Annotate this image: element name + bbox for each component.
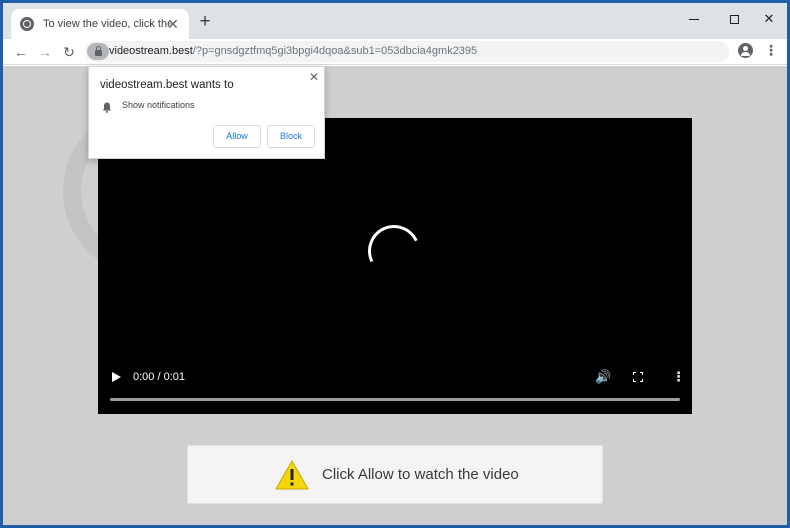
tab-active[interactable]: To view the video, click the Allow ✕	[11, 9, 189, 39]
permission-label: Show notifications	[122, 100, 195, 110]
fullscreen-icon[interactable]	[633, 372, 643, 382]
video-progress-bar[interactable]	[110, 398, 680, 401]
url-text[interactable]: videostream.best/?p=gnsdgztfmq5gi3bpgi4d…	[109, 45, 477, 57]
maximize-button[interactable]	[719, 9, 749, 29]
tab-strip: To view the video, click the Allow ✕ + ✕	[3, 3, 787, 39]
tab-title: To view the video, click the Allow	[43, 18, 171, 30]
browser-toolbar: ← → ↻ videostream.best/?p=gnsdgztfmq5gi3…	[3, 39, 787, 65]
warning-icon	[275, 459, 309, 490]
new-tab-button[interactable]: +	[196, 12, 214, 31]
url-host: videostream.best	[109, 45, 193, 57]
bell-icon	[102, 100, 112, 113]
address-bar[interactable]: videostream.best/?p=gnsdgztfmq5gi3bpgi4d…	[85, 41, 729, 62]
minimize-icon	[689, 19, 699, 21]
volume-icon[interactable]: 🔊	[595, 369, 611, 385]
globe-icon	[20, 17, 34, 31]
lock-icon[interactable]	[87, 43, 109, 60]
browser-window: To view the video, click the Allow ✕ + ✕…	[3, 3, 787, 525]
play-icon[interactable]	[112, 372, 121, 382]
profile-avatar-icon[interactable]	[738, 43, 753, 58]
back-button[interactable]: ←	[11, 42, 31, 62]
forward-button[interactable]: →	[35, 42, 55, 62]
popup-title: videostream.best wants to	[100, 79, 234, 91]
browser-menu-icon[interactable]: ⋮	[764, 42, 778, 59]
minimize-button[interactable]	[679, 9, 709, 29]
url-path: /?p=gnsdgztfmq5gi3bpgi4dqoa&sub1=053dbci…	[192, 45, 478, 57]
maximize-icon	[729, 15, 739, 25]
allow-button[interactable]: Allow	[213, 125, 261, 148]
video-player[interactable]: 0:00 / 0:01 🔊 ⋮	[98, 118, 692, 414]
allow-notice-box: Click Allow to watch the video	[187, 445, 603, 504]
close-window-button[interactable]: ✕	[754, 9, 784, 29]
block-button[interactable]: Block	[267, 125, 315, 148]
tab-close-icon[interactable]: ✕	[165, 16, 181, 32]
loading-spinner-icon	[360, 217, 428, 285]
notice-text: Click Allow to watch the video	[322, 466, 519, 483]
reload-button[interactable]: ↻	[59, 42, 79, 62]
video-time: 0:00 / 0:01	[133, 371, 185, 383]
notification-permission-popup: ✕ videostream.best wants to Show notific…	[88, 66, 325, 159]
popup-close-icon[interactable]: ✕	[309, 70, 319, 84]
video-more-icon[interactable]: ⋮	[672, 369, 685, 385]
